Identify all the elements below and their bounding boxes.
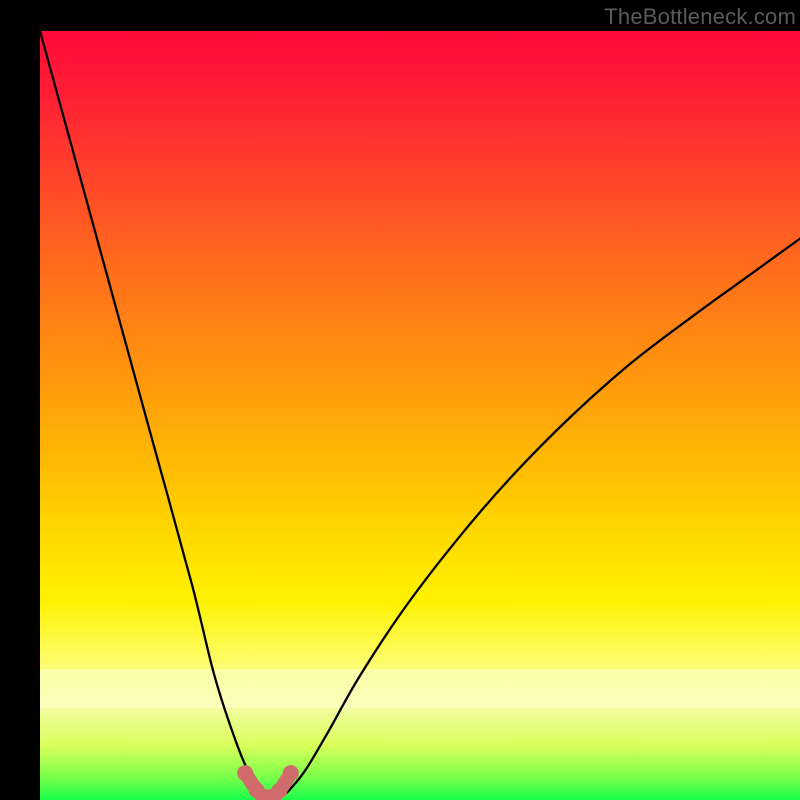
watermark-text: TheBottleneck.com (604, 4, 796, 30)
outer-black-frame: TheBottleneck.com (0, 0, 800, 800)
plot-gradient-area (40, 31, 800, 800)
